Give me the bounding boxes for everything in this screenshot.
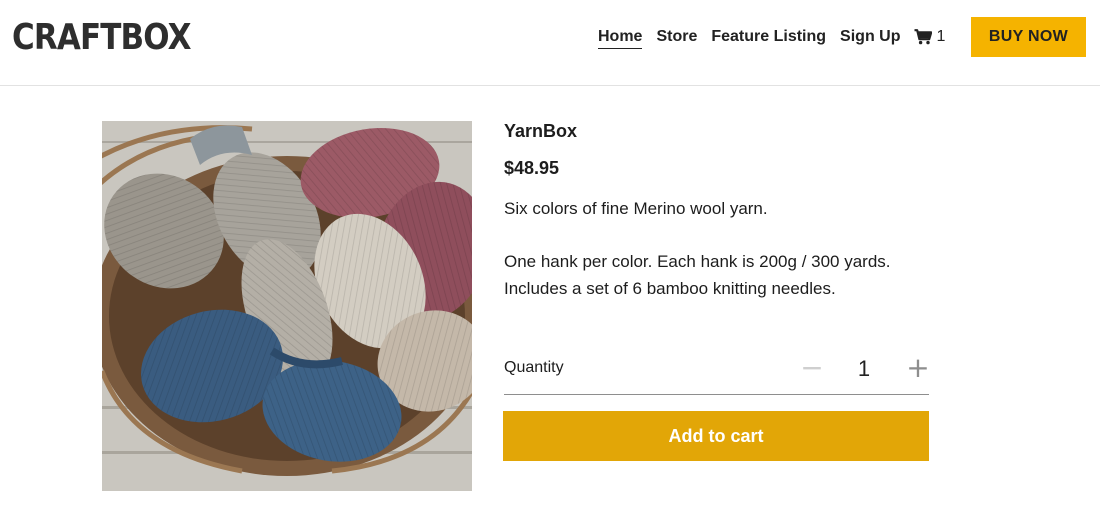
quantity-value[interactable]: 1: [844, 356, 884, 382]
add-to-cart-button[interactable]: Add to cart: [503, 411, 929, 461]
craftbox-logo[interactable]: CRAFTBOX: [12, 17, 191, 59]
main-nav: Home Store Feature Listing Sign Up 1: [598, 26, 945, 49]
site-header: CRAFTBOX Home Store Feature Listing Sign…: [0, 0, 1100, 86]
cart-link[interactable]: 1: [914, 28, 945, 46]
yarn-basket-photo: [102, 121, 472, 491]
quantity-increase-button[interactable]: +: [906, 354, 930, 382]
quantity-stepper: Quantity − 1 +: [504, 354, 930, 395]
cart-count: 1: [936, 28, 946, 45]
nav-store-link[interactable]: Store: [656, 26, 697, 48]
product-price: $48.95: [504, 158, 560, 178]
quantity-label: Quantity: [504, 359, 564, 376]
product-description-summary: Six colors of fine Merino wool yarn.: [504, 199, 768, 218]
product-image: [102, 121, 472, 491]
buy-now-button[interactable]: BUY NOW: [971, 17, 1086, 57]
quantity-decrease-button[interactable]: −: [800, 354, 824, 382]
product-description-details: One hank per color. Each hank is 200g / …: [504, 252, 891, 298]
product-info: YarnBox $48.95 Six colors of fine Merino…: [504, 120, 930, 302]
nav-home-link[interactable]: Home: [598, 26, 643, 49]
nav-sign-up-link[interactable]: Sign Up: [840, 26, 900, 48]
product-title: YarnBox: [504, 121, 578, 141]
shopping-cart-icon: [914, 29, 933, 45]
nav-feature-listing-link[interactable]: Feature Listing: [711, 26, 826, 48]
